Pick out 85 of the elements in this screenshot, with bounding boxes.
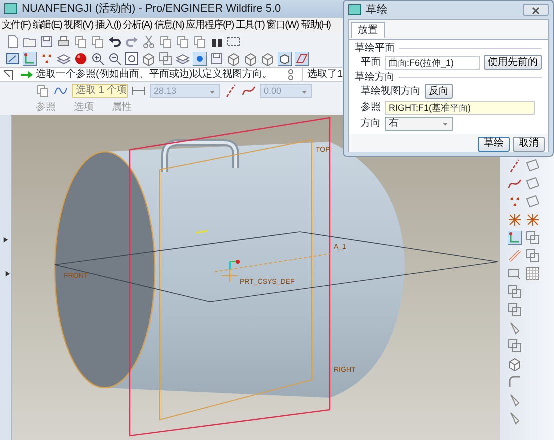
field-label: 方向	[361, 116, 381, 131]
reference-field[interactable]: RIGHT:F1(基准平面)	[385, 100, 535, 114]
menu-item[interactable]: 帮助(H)	[300, 18, 331, 33]
boxes-icon[interactable]	[508, 339, 522, 353]
dialog-title: 草绘	[366, 2, 388, 18]
window-title: NUANFENGJI (活动的) - Pro/ENGINEER Wildfire 5.0	[22, 2, 282, 17]
surface-icon[interactable]	[526, 177, 540, 191]
reference-collector[interactable]: 选取 1 个项	[72, 84, 128, 98]
boxes-icon[interactable]	[526, 249, 540, 263]
window-icon	[348, 3, 362, 17]
scissors-icon[interactable]	[142, 34, 156, 48]
menu-item[interactable]: 信息(N)	[154, 18, 184, 33]
field-label: 平面	[361, 56, 381, 70]
field-label: 参照	[361, 100, 381, 115]
line-icon[interactable]	[508, 159, 522, 173]
status-message: 选取一个参照(例如曲面、平面或边)以定义视图方向。	[36, 68, 273, 82]
rectangle-icon[interactable]	[508, 267, 522, 281]
close-icon	[532, 6, 540, 15]
undo-icon[interactable]	[108, 34, 122, 48]
cancel-button[interactable]: 取消	[513, 136, 545, 152]
layers-icon[interactable]	[57, 52, 71, 66]
point-display-icon[interactable]	[193, 52, 207, 66]
boxes-icon[interactable]	[508, 285, 522, 299]
boxes-icon[interactable]	[526, 231, 540, 245]
save-icon[interactable]	[210, 52, 224, 66]
use-previous-button[interactable]: 使用先前的	[484, 55, 542, 70]
menu-item[interactable]: 分析(A)	[122, 18, 152, 33]
cube-icon[interactable]	[244, 52, 258, 66]
section-heading: 草绘方向	[355, 70, 542, 84]
cube-icon[interactable]	[261, 52, 275, 66]
menu-item[interactable]: 插入(I)	[95, 18, 121, 33]
section-heading: 草绘平面	[355, 42, 542, 54]
plane-field[interactable]: 曲面:F6(拉伸_1)	[385, 56, 480, 70]
coordinate-system-drawing	[222, 260, 240, 282]
dimension-icon	[132, 84, 146, 98]
surface-icon[interactable]	[526, 195, 540, 209]
dialog-tab[interactable]: 放置	[351, 22, 385, 38]
zoom-fit-icon[interactable]	[125, 52, 139, 66]
copy-icon[interactable]	[74, 34, 88, 48]
save-icon[interactable]	[40, 34, 54, 48]
sphere-icon[interactable]	[74, 52, 88, 66]
points-icon[interactable]	[508, 195, 522, 209]
close-button[interactable]	[523, 4, 549, 16]
shaded-cube-icon[interactable]	[278, 52, 292, 66]
layers-icon[interactable]	[176, 52, 190, 66]
expand-arrow-icon[interactable]	[5, 271, 11, 277]
selection-box-icon[interactable]	[227, 34, 241, 48]
field-label: 草绘视图方向	[361, 84, 421, 99]
printer-icon[interactable]	[57, 34, 71, 48]
curve-icon[interactable]	[242, 84, 256, 98]
copy-icon[interactable]	[36, 84, 50, 98]
menu-item[interactable]: 编辑(E)	[32, 18, 62, 33]
expand-arrow-icon[interactable]	[3, 237, 9, 243]
grid-icon[interactable]	[526, 267, 540, 281]
zoom-out-icon[interactable]	[108, 52, 122, 66]
coordinate-system-icon[interactable]	[526, 213, 540, 227]
line-icon[interactable]	[224, 84, 238, 98]
cube-icon[interactable]	[142, 52, 156, 66]
surface-icon[interactable]	[526, 159, 540, 173]
copy-icon[interactable]	[176, 34, 190, 48]
menu-item[interactable]: 窗口(W)	[266, 18, 299, 33]
datum-axis-icon[interactable]	[508, 231, 522, 245]
direction-select[interactable]: 右	[385, 116, 453, 130]
menu-item[interactable]: 文件(F)	[2, 18, 31, 33]
window-icon	[4, 2, 18, 16]
datum-axis-icon[interactable]	[23, 52, 37, 66]
zoom-in-icon[interactable]	[91, 52, 105, 66]
copy-icon[interactable]	[159, 34, 173, 48]
cube-icon[interactable]	[508, 357, 522, 371]
points-icon[interactable]	[40, 52, 54, 66]
menu-item[interactable]: 应用程序(P)	[186, 18, 234, 33]
select-value: 右	[389, 118, 399, 130]
round-icon[interactable]	[508, 375, 522, 389]
cube-icon[interactable]	[227, 52, 241, 66]
sketch-button[interactable]: 草绘	[478, 136, 510, 152]
coordinate-system-icon[interactable]	[508, 213, 522, 227]
menu-item[interactable]: 视图(V)	[64, 18, 94, 33]
depth-value: 28.13	[154, 85, 177, 97]
boxes-icon[interactable]	[159, 52, 173, 66]
angle-value: 0.00	[264, 85, 282, 97]
boxes-icon[interactable]	[508, 303, 522, 317]
flip-button[interactable]: 反向	[425, 84, 453, 99]
menu-item[interactable]: 工具(T)	[236, 18, 265, 33]
datum-plane-icon[interactable]	[295, 52, 309, 66]
curve-icon[interactable]	[508, 177, 522, 191]
